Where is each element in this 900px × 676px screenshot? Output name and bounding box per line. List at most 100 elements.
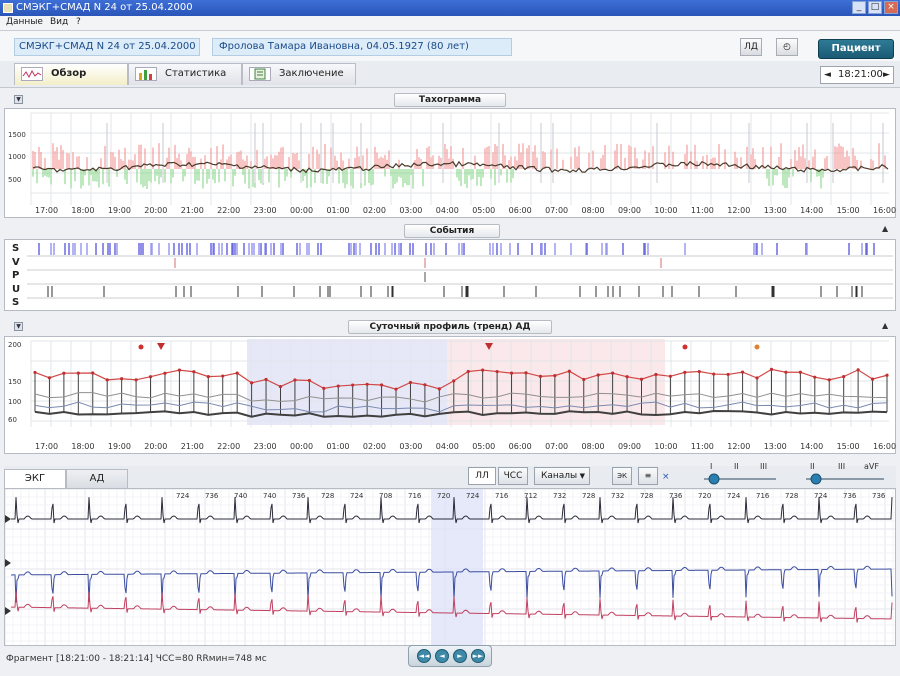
bp-chart xyxy=(30,339,889,427)
tachogram-x-tick: 13:00 xyxy=(763,206,787,215)
bp-x-tick: 16:00 xyxy=(873,442,897,451)
fast-forward-button[interactable]: ►► xyxy=(471,649,485,663)
bp-x-tick: 07:00 xyxy=(545,442,569,451)
lead-slider-1[interactable]: I II III xyxy=(700,462,780,488)
window-title: СМЭКГ+СМАД N 24 от 25.04.2000 xyxy=(16,2,193,13)
maximize-button[interactable]: □ xyxy=(868,1,882,14)
events-chart xyxy=(27,243,893,299)
title-bar: СМЭКГ+СМАД N 24 от 25.04.2000 _ □ × xyxy=(0,0,900,16)
events-pin-icon[interactable]: ▲ xyxy=(882,224,888,233)
menu-view[interactable]: Вид xyxy=(50,17,68,27)
filter-button[interactable]: ≡ xyxy=(638,467,658,485)
rr-interval-label: 732 xyxy=(611,492,625,500)
tachogram-x-tick: 07:00 xyxy=(545,206,569,215)
scale-button[interactable]: ЭК xyxy=(612,467,632,485)
menu-data[interactable]: Данные xyxy=(6,17,43,27)
bp-collapse[interactable]: ▼ xyxy=(14,322,23,331)
bp-x-tick: 11:00 xyxy=(690,442,714,451)
tachogram-x-tick: 10:00 xyxy=(654,206,678,215)
rr-interval-label: 728 xyxy=(785,492,799,500)
bp-x-tick: 19:00 xyxy=(107,442,131,451)
bp-x-tick: 10:00 xyxy=(654,442,678,451)
event-label-s: S xyxy=(12,243,20,254)
slider2-label-2: III xyxy=(838,462,846,471)
tachogram-panel xyxy=(4,108,896,218)
rr-interval-label: 736 xyxy=(843,492,857,500)
tachogram-y-tick: 1500 xyxy=(8,131,26,139)
tab-ecg[interactable]: ЭКГ xyxy=(4,469,66,488)
rr-interval-label: 740 xyxy=(234,492,248,500)
event-label-v: V xyxy=(12,256,20,268)
tab-conclusion[interactable]: Заключение xyxy=(242,63,356,85)
close-button[interactable]: × xyxy=(884,1,898,14)
menu-help[interactable]: ? xyxy=(76,17,81,27)
statistics-icon xyxy=(135,67,157,81)
play-button[interactable]: ► xyxy=(453,649,467,663)
bp-x-tick: 21:00 xyxy=(180,442,204,451)
rr-interval-label: 716 xyxy=(408,492,422,500)
bp-y-tick: 200 xyxy=(8,341,22,349)
tachogram-chart xyxy=(30,112,889,205)
playback-controls: ◄◄ ◄ ► ►► xyxy=(408,645,492,667)
tab-bp[interactable]: АД xyxy=(66,469,128,488)
channels-dropdown[interactable]: Каналы ▼ xyxy=(534,467,590,485)
ecg-panel xyxy=(4,488,896,646)
status-text: Фрагмент [18:21:00 - 18:21:14] ЧСС=80 RR… xyxy=(6,654,267,664)
bp-x-tick: 18:00 xyxy=(71,442,95,451)
step-back-button[interactable]: ◄ xyxy=(435,649,449,663)
exam-info: СМЭКГ+СМАД N 24 от 25.04.2000 xyxy=(14,38,200,56)
bp-x-tick: 17:00 xyxy=(35,442,59,451)
bp-x-tick: 09:00 xyxy=(617,442,642,451)
clock-button[interactable]: ◴ xyxy=(776,38,798,56)
tachogram-x-tick: 06:00 xyxy=(508,206,532,215)
bp-x-tick: 01:00 xyxy=(326,442,350,451)
tachogram-x-tick: 18:00 xyxy=(71,206,95,215)
channels-label: Каналы xyxy=(541,471,578,481)
tachogram-collapse[interactable]: ▼ xyxy=(14,95,23,104)
tachogram-y-tick: 500 xyxy=(8,176,22,184)
rr-interval-label: 732 xyxy=(553,492,567,500)
bp-x-tick: 00:00 xyxy=(290,442,314,451)
rr-interval-label: 740 xyxy=(263,492,277,500)
time-next-button[interactable]: ► xyxy=(883,67,890,83)
tachogram-x-tick: 19:00 xyxy=(107,206,131,215)
rr-interval-label: 724 xyxy=(176,492,190,500)
rr-interval-label: 716 xyxy=(495,492,509,500)
bp-mode-button[interactable]: ЛД xyxy=(740,38,762,56)
hr-toggle[interactable]: ЧСС xyxy=(498,467,528,485)
bp-x-tick: 13:00 xyxy=(763,442,787,451)
ll-toggle[interactable]: ЛЛ xyxy=(468,467,496,485)
tachogram-x-tick: 20:00 xyxy=(144,206,168,215)
rr-interval-label: 736 xyxy=(205,492,219,500)
time-prev-button[interactable]: ◄ xyxy=(824,67,831,83)
bp-pin-icon[interactable]: ▲ xyxy=(882,321,888,330)
bp-x-tick: 04:00 xyxy=(435,442,459,451)
time-value: 18:21:00 xyxy=(838,69,883,80)
bp-y-tick: 150 xyxy=(8,378,22,386)
events-panel xyxy=(4,239,896,311)
bp-x-tick: 05:00 xyxy=(472,442,496,451)
tachogram-x-tick: 14:00 xyxy=(800,206,824,215)
bp-x-tick: 20:00 xyxy=(144,442,168,451)
rr-interval-label: 728 xyxy=(321,492,335,500)
lead-slider-2[interactable]: II III aVF xyxy=(802,462,888,488)
tab-overview[interactable]: Обзор xyxy=(14,63,128,85)
close-x-icon[interactable]: × xyxy=(662,472,670,482)
tachogram-x-tick: 16:00 xyxy=(873,206,897,215)
slider2-label-1: II xyxy=(810,462,815,471)
rewind-button[interactable]: ◄◄ xyxy=(417,649,431,663)
tachogram-x-tick: 22:00 xyxy=(217,206,241,215)
tab-statistics-label: Статистика xyxy=(165,68,227,79)
tachogram-title: Тахограмма xyxy=(394,93,506,107)
patient-button[interactable]: Пациент xyxy=(818,39,894,59)
tachogram-x-tick: 11:00 xyxy=(690,206,714,215)
events-title: События xyxy=(404,224,500,238)
minimize-button[interactable]: _ xyxy=(852,1,866,14)
bp-y-tick: 100 xyxy=(8,398,22,406)
slider1-label-3: III xyxy=(760,462,768,471)
rr-interval-label: 724 xyxy=(814,492,828,500)
rr-interval-label: 716 xyxy=(756,492,770,500)
time-navigator[interactable]: ◄ 18:21:00 ► xyxy=(820,66,894,84)
tab-statistics[interactable]: Статистика xyxy=(128,63,242,85)
slider1-label-1: I xyxy=(710,462,713,471)
